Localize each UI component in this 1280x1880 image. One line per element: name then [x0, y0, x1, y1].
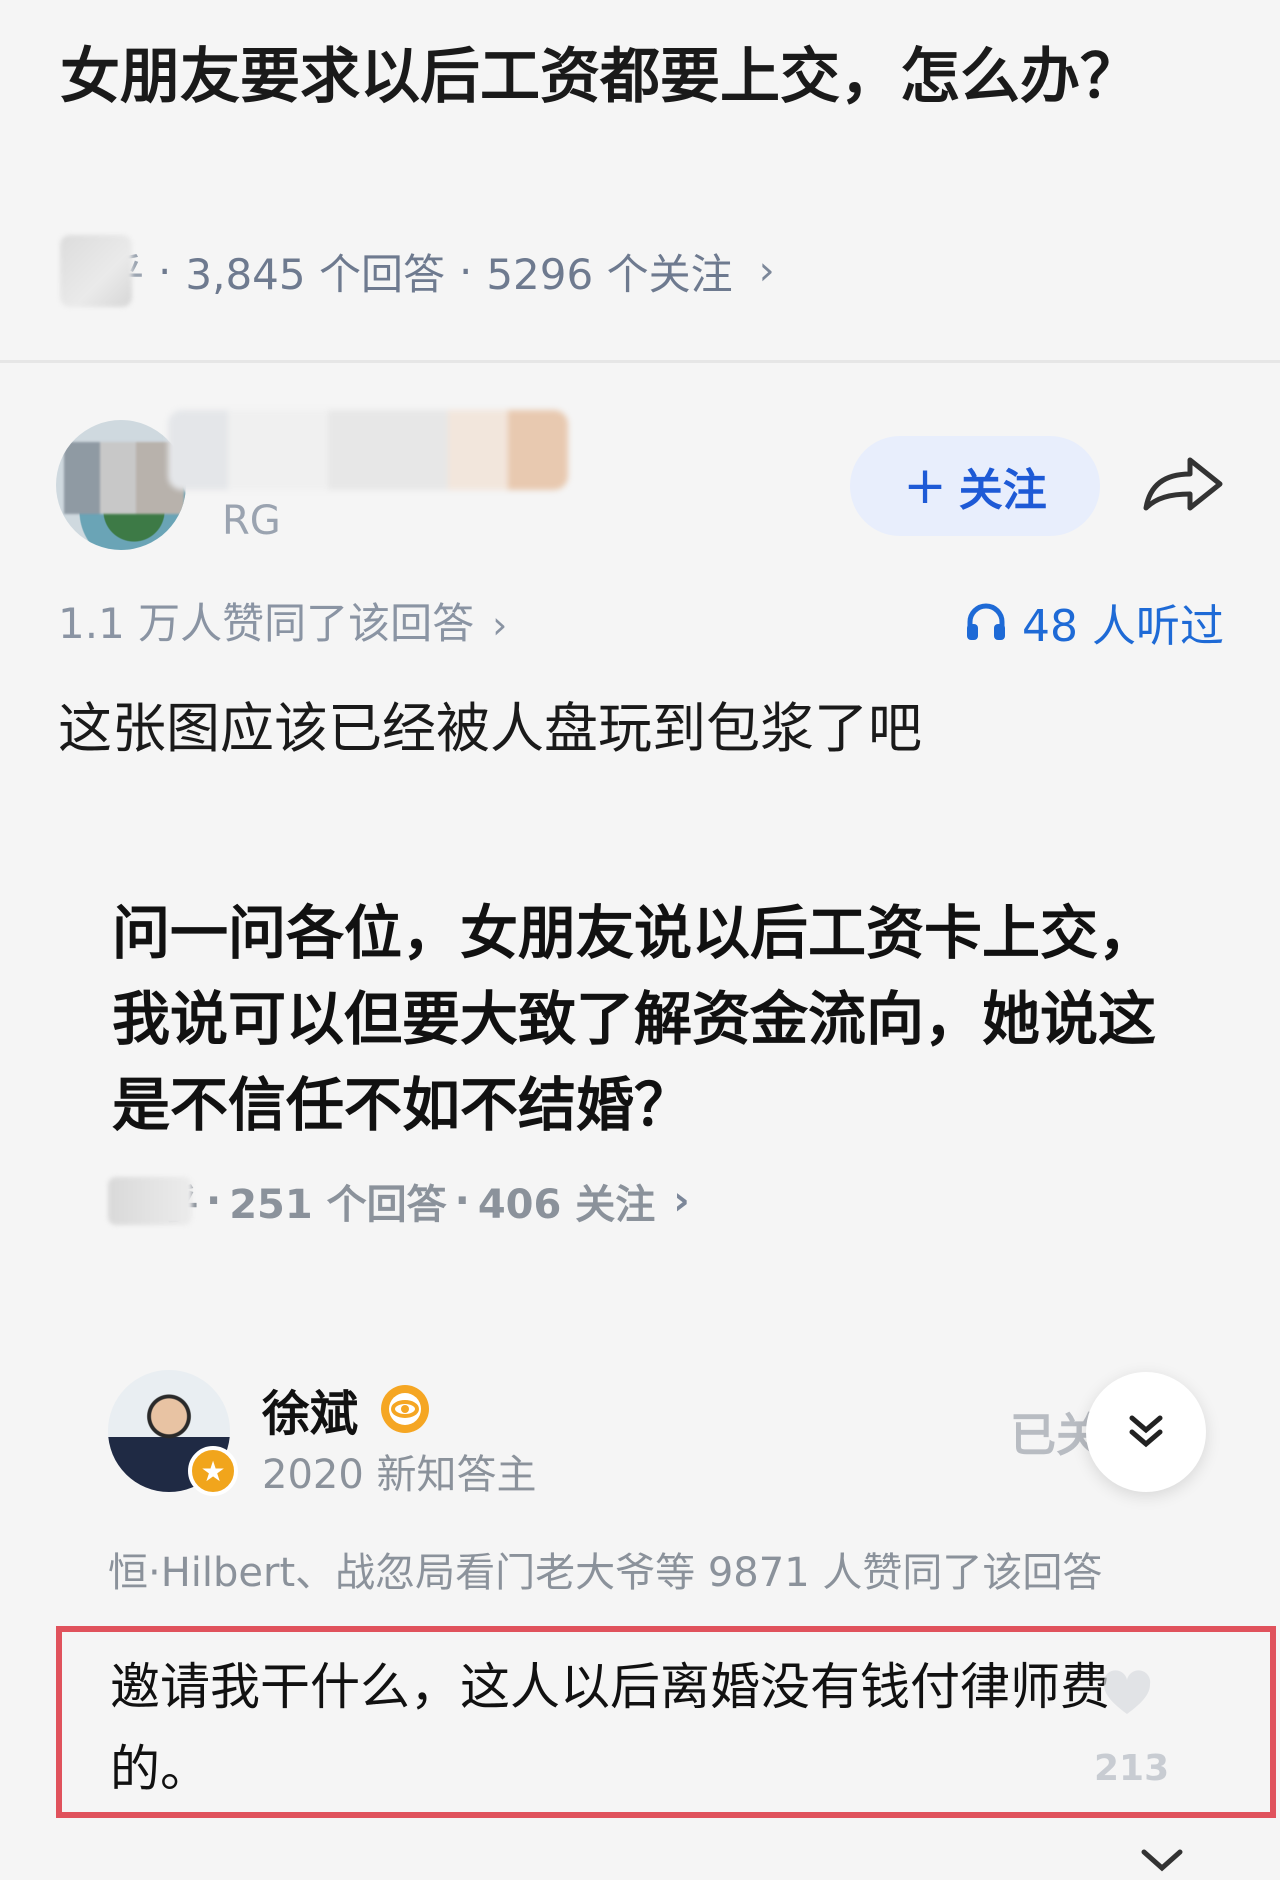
follow-button[interactable]: + 关注	[850, 436, 1100, 536]
heart-icon	[1103, 1670, 1151, 1714]
meta-separator: ·	[206, 1178, 222, 1224]
avatar-mosaic	[64, 442, 184, 514]
verified-badge-icon	[381, 1385, 430, 1433]
collapse-button	[1086, 1372, 1206, 1492]
question-title: 女朋友要求以后工资都要上交，怎么办？	[60, 42, 1140, 112]
embedded-question-meta: 乎 · 251 个回答 · 406 关注 ›	[108, 1172, 690, 1230]
embedded-follower-count: 406 关注	[477, 1182, 656, 1228]
meta-separator: ·	[458, 246, 473, 296]
star-badge-icon: ★	[188, 1446, 238, 1496]
answer-body: 这张图应该已经被人盘玩到包浆了吧	[58, 697, 922, 760]
blurred-source	[108, 1177, 192, 1225]
listened-text: 48 人听过	[1022, 601, 1224, 652]
follow-button-label: 关注	[958, 465, 1047, 516]
meta-separator: ·	[158, 246, 172, 296]
lawyer-name-row: 徐斌	[262, 1374, 432, 1444]
author-avatar[interactable]	[56, 420, 186, 550]
question-answer-count: 3,845 个回答	[185, 249, 445, 299]
double-chevron-down-icon	[1129, 1415, 1163, 1448]
embedded-votes-text: 恒·Hilbert、战忽局看门老大爷等 9871 人赞同了该回答	[108, 1550, 1103, 1596]
chevron-right-icon: ›	[492, 603, 508, 647]
question-meta[interactable]: 乎 · 3,845 个回答 · 5296 个关注 ›	[60, 235, 775, 307]
author-badge-text: RG	[222, 498, 281, 544]
embedded-answer-count: 251 个回答	[229, 1182, 447, 1228]
share-arrow-icon[interactable]	[1140, 450, 1226, 520]
question-follower-count: 5296 个关注	[486, 249, 733, 299]
section-divider	[0, 360, 1280, 363]
blurred-topic-icon	[60, 235, 132, 307]
listened-count[interactable]: 48 人听过	[964, 590, 1224, 654]
lawyer-title: 2020 新知答主	[262, 1452, 537, 1498]
like-count: 213	[1094, 1748, 1170, 1789]
plus-icon: +	[903, 456, 947, 516]
votes-text: 1.1 万人赞同了该回答	[58, 599, 475, 648]
author-name-blurred	[168, 410, 568, 490]
headphone-icon	[967, 603, 1006, 640]
lawyer-reply: 邀请我干什么，这人以后离婚没有钱付律师费的。	[110, 1658, 1110, 1798]
meta-separator: ·	[454, 1178, 470, 1224]
embedded-question-title: 问一问各位，女朋友说以后工资卡上交，我说可以但要大致了解资金流向，她说这是不信任…	[112, 899, 1157, 1139]
answer-votes[interactable]: 1.1 万人赞同了该回答 ›	[58, 590, 507, 651]
chevron-right-icon: ›	[758, 248, 775, 294]
chevron-right-icon: ›	[673, 1178, 690, 1224]
lawyer-name: 徐斌	[262, 1386, 359, 1442]
chevron-down-icon	[1141, 1849, 1183, 1872]
